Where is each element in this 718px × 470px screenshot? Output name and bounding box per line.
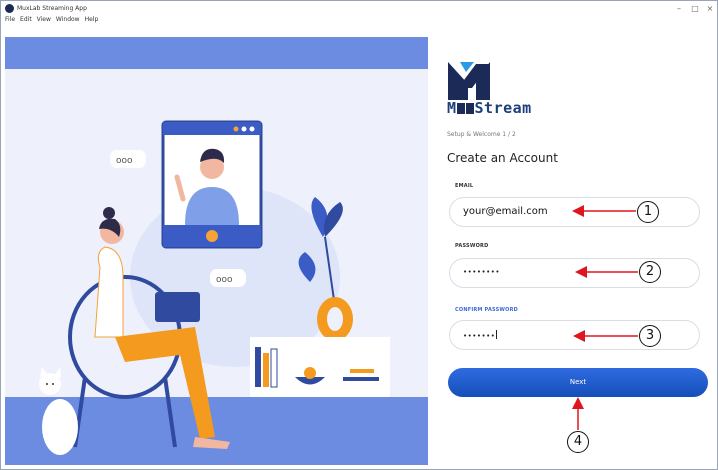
close-button[interactable]: × [704,4,716,14]
email-value: your@email.com [463,206,548,217]
setup-step: Setup & Welcome 1 / 2 [447,131,516,138]
window-title: MuxLab Streaming App [17,5,87,12]
menu-window[interactable]: Window [56,16,80,23]
annotation-marker-3: 3 [639,325,661,347]
page-title: Create an Account [447,151,558,165]
next-button[interactable]: Next [448,368,708,397]
confirm-password-value: ••••••• [463,330,498,340]
text-caret [496,330,498,339]
title-bar: MuxLab Streaming App File Edit View Window H… [1,1,717,28]
confirm-password-label: CONFIRM PASSWORD [455,307,518,313]
email-field[interactable]: your@email.com [449,197,700,227]
brand-name: M Stream [447,99,532,117]
menu-edit[interactable]: Edit [20,16,32,23]
svg-text:ooo: ooo [116,156,133,166]
app-icon [5,4,14,13]
annotation-marker-4: 4 [567,431,589,453]
annotation-marker-1: 1 [637,201,659,223]
email-label: EMAIL [455,183,474,189]
password-field[interactable]: •••••••• [449,258,700,288]
menu-help[interactable]: Help [85,16,99,23]
maximize-button[interactable]: □ [689,4,701,14]
password-value: •••••••• [463,268,501,276]
confirm-password-field[interactable]: ••••••• [449,320,700,350]
menu-bar: File Edit View Window Help [5,15,103,25]
illustration-art: ooo ooo [5,120,428,465]
menu-file[interactable]: File [5,16,15,23]
menu-view[interactable]: View [37,16,51,23]
password-label: PASSWORD [455,243,489,249]
welcome-illustration: ooo ooo [5,37,428,465]
mux-logo-icon [448,62,490,100]
annotation-marker-2: 2 [639,261,661,283]
minimize-button[interactable]: – [673,4,685,14]
svg-text:ooo: ooo [216,275,233,285]
